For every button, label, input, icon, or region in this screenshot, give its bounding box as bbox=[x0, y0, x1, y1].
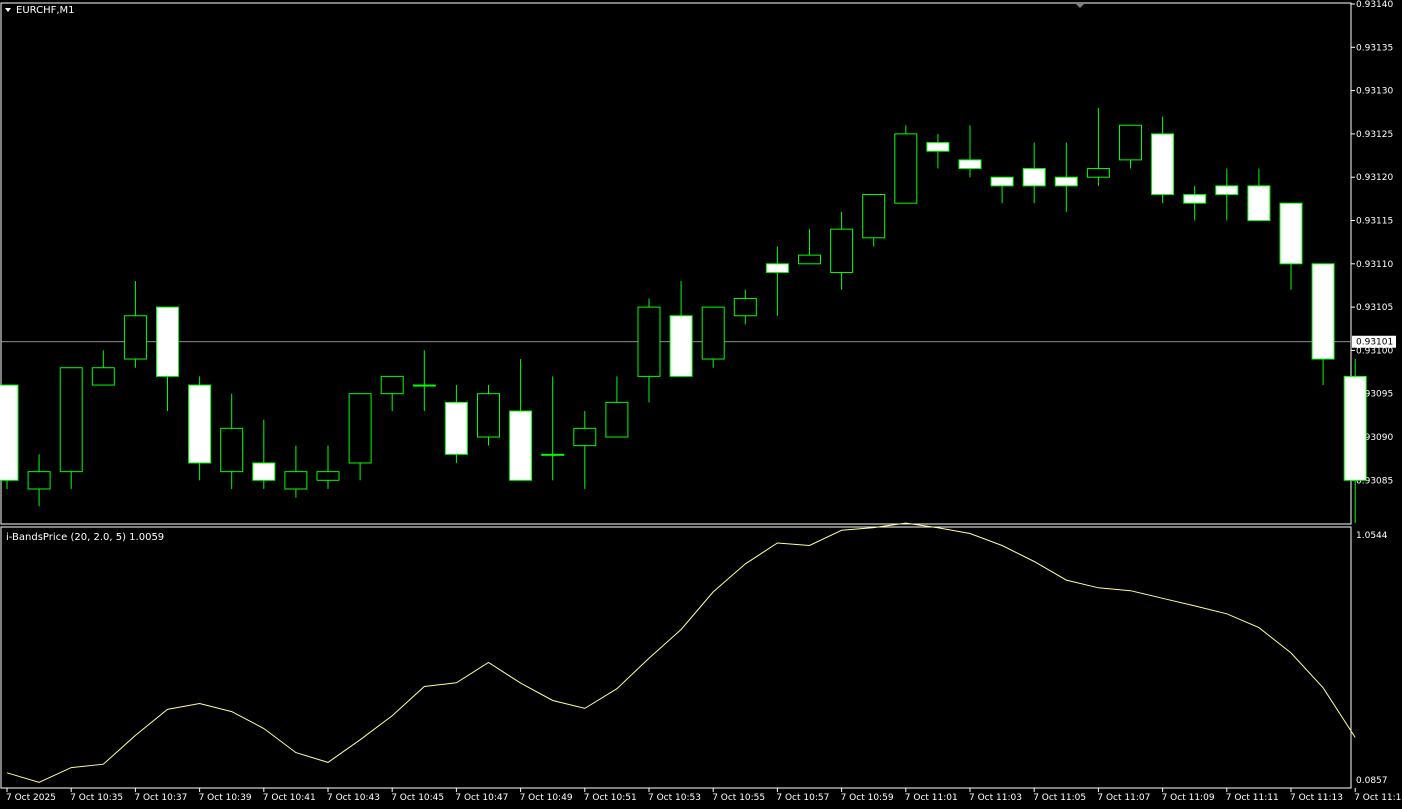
price-tick-label: 0.93135 bbox=[1356, 43, 1393, 53]
time-tick-label: 7 Oct 11:13 bbox=[1290, 793, 1343, 803]
candle-body-bearish bbox=[156, 306, 179, 377]
current-price-label: 0.93101 bbox=[1356, 338, 1393, 348]
candle-body-bullish bbox=[605, 401, 629, 438]
candle-body-bullish bbox=[701, 306, 725, 360]
candle-body-bullish bbox=[380, 375, 404, 395]
candle-body-bearish bbox=[509, 410, 533, 481]
candle-body-bearish bbox=[1247, 185, 1271, 221]
time-tick-label: 7 Oct 11:03 bbox=[969, 793, 1022, 803]
price-tick-label: 0.93130 bbox=[1356, 87, 1393, 97]
candle-body-bullish bbox=[27, 471, 51, 490]
candle-body-bearish bbox=[990, 176, 1014, 187]
time-tick-label: 7 Oct 10:47 bbox=[455, 793, 508, 803]
time-tick-label: 7 Oct 10:49 bbox=[520, 793, 573, 803]
candle-body-bullish bbox=[123, 315, 147, 360]
price-tick-label: 0.93140 bbox=[1356, 0, 1393, 10]
symbol-title: EURCHF,M1 bbox=[16, 5, 75, 16]
price-tick-label: 0.93100 bbox=[1356, 346, 1393, 356]
time-tick-label: 7 Oct 10:39 bbox=[199, 793, 252, 803]
candle-body-bearish bbox=[1054, 176, 1078, 187]
candle-body-bearish bbox=[1022, 168, 1046, 187]
indicator-axis-top-label: 1.0544 bbox=[1356, 531, 1388, 541]
candle bbox=[477, 385, 500, 446]
candle-body-bullish bbox=[541, 453, 565, 456]
candle bbox=[894, 125, 918, 204]
candle-body-bullish bbox=[477, 393, 500, 438]
candle-body-bearish bbox=[1311, 263, 1335, 360]
candle-body-bearish bbox=[1215, 185, 1239, 196]
indicator-axis-bottom-label: 0.0857 bbox=[1356, 776, 1388, 786]
candle-body-bullish bbox=[573, 427, 597, 447]
candle-body-bullish bbox=[1119, 124, 1142, 161]
price-tick-label: 0.93125 bbox=[1356, 130, 1393, 140]
candle-body-bullish bbox=[862, 194, 886, 239]
candle bbox=[701, 306, 725, 368]
time-tick-label: 7 Oct 10:35 bbox=[70, 793, 123, 803]
price-tick-label: 0.93110 bbox=[1356, 260, 1393, 270]
candle-body-bullish bbox=[59, 367, 83, 473]
time-tick-label: 7 Oct 10:57 bbox=[776, 793, 829, 803]
candle-body-bearish bbox=[1343, 375, 1367, 481]
candle-body-bearish bbox=[0, 384, 19, 481]
time-tick-label: 7 Oct 10:55 bbox=[712, 793, 765, 803]
time-tick-label: 7 Oct 10:53 bbox=[648, 793, 701, 803]
candle-body-bearish bbox=[1151, 133, 1175, 196]
candle-body-bearish bbox=[958, 159, 982, 170]
candle-body-bullish bbox=[220, 427, 244, 473]
time-tick-label: 7 Oct 11:01 bbox=[905, 793, 958, 803]
candle-body-bearish bbox=[1279, 202, 1303, 265]
time-tick-label: 7 Oct 11:07 bbox=[1097, 793, 1150, 803]
candle-body-bullish bbox=[316, 471, 340, 481]
time-tick-label: 7 Oct 11:15 bbox=[1354, 793, 1402, 803]
candle-body-bearish bbox=[669, 315, 693, 377]
candle-body-bullish bbox=[830, 228, 854, 273]
candle-body-bearish bbox=[188, 384, 212, 464]
time-tick-label: 7 Oct 10:41 bbox=[263, 793, 316, 803]
time-tick-label: 7 Oct 10:59 bbox=[841, 793, 894, 803]
time-tick-label: 7 Oct 10:51 bbox=[584, 793, 637, 803]
price-tick-label: 0.93105 bbox=[1356, 303, 1393, 313]
candle-body-bearish bbox=[252, 462, 276, 481]
candle-body-bullish bbox=[733, 297, 757, 317]
candle-body-bullish bbox=[1086, 168, 1110, 178]
trading-chart[interactable]: EURCHF,M1 i-BandsPrice (20, 2.0, 5) 1.00… bbox=[0, 0, 1402, 809]
candle-body-bearish bbox=[926, 142, 950, 152]
candle-body-bearish bbox=[765, 263, 789, 273]
candle-body-bullish bbox=[798, 254, 821, 265]
candle bbox=[59, 367, 83, 489]
price-tick-label: 0.93115 bbox=[1356, 217, 1393, 227]
time-tick-label: 7 Oct 2025 bbox=[6, 793, 56, 803]
candle-body-bearish bbox=[1183, 194, 1207, 204]
candle-body-bullish bbox=[637, 306, 661, 377]
candle bbox=[0, 384, 19, 489]
candle-body-bullish bbox=[348, 393, 372, 464]
time-tick-label: 7 Oct 10:37 bbox=[134, 793, 187, 803]
candle-body-bullish bbox=[894, 133, 918, 204]
time-tick-label: 7 Oct 10:43 bbox=[327, 793, 380, 803]
candle-body-bullish bbox=[91, 367, 115, 386]
time-tick-label: 7 Oct 11:05 bbox=[1033, 793, 1086, 803]
candle-body-bearish bbox=[444, 401, 468, 455]
time-tick-label: 7 Oct 11:11 bbox=[1226, 793, 1279, 803]
price-tick-label: 0.93120 bbox=[1356, 173, 1393, 183]
candle-body-bullish bbox=[412, 384, 436, 387]
indicator-title: i-BandsPrice (20, 2.0, 5) 1.0059 bbox=[6, 532, 164, 543]
candle-body-bullish bbox=[284, 471, 308, 490]
time-tick-label: 7 Oct 10:45 bbox=[391, 793, 444, 803]
time-tick-label: 7 Oct 11:09 bbox=[1162, 793, 1215, 803]
